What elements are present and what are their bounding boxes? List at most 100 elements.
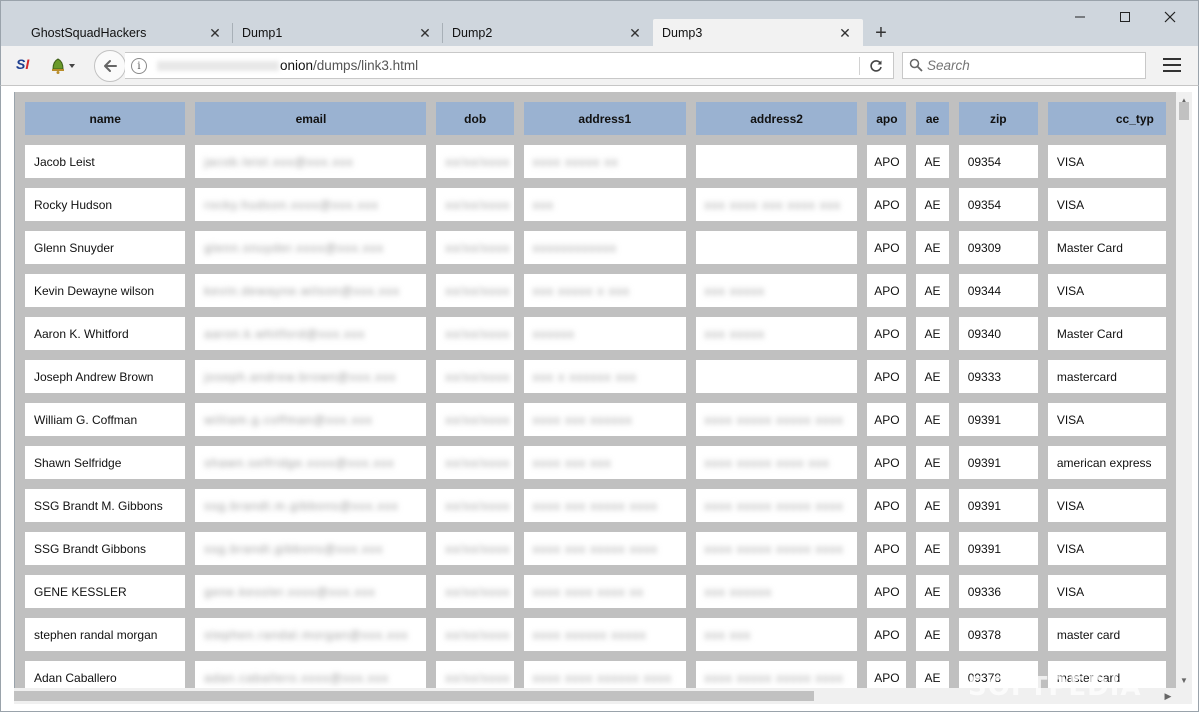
column-header-address1[interactable]: address1 (523, 102, 686, 135)
cell-email: glenn.snuyder.xxxx@xxx.xxx (195, 231, 427, 264)
redacted-text: xx/xx/xxxx (445, 369, 511, 384)
new-tab-button[interactable]: + (869, 21, 893, 45)
cell-address2: xxxx xxxxx xxxx xxx (695, 446, 858, 479)
watermark: SOFTPEDIA (968, 672, 1142, 702)
redacted-text: xxxx xxxx xxxx xx (532, 584, 644, 599)
cell-name: Glenn Snuyder (25, 231, 186, 264)
redacted-text: xx/xx/xxxx (445, 584, 511, 599)
vertical-scrollbar[interactable]: ▲ ▼ (1176, 92, 1192, 688)
cell-email: william.g.coffman@xxx.xxx (195, 403, 427, 436)
cell-name: Jacob Leist (25, 145, 186, 178)
cell-email: jacob.leist.xxx@xxx.xxx (195, 145, 427, 178)
redacted-text: xxx xxxxx x xxx (532, 283, 630, 298)
table-row: Shawn Selfridge shawn.selfridge.xxxx@xxx.… (25, 446, 1166, 479)
cell-zip: 09378 (958, 618, 1038, 651)
cell-apo: APO (867, 274, 907, 307)
bell-icon (52, 58, 64, 74)
redacted-text: xxx (532, 197, 554, 212)
window-close-button[interactable] (1147, 5, 1193, 29)
tab-ghostsquadhackers[interactable]: GhostSquadHackers ✕ (9, 19, 233, 47)
addon-dropdown-button[interactable] (49, 54, 83, 78)
cell-address1: xxx x xxxxxx xxx (523, 360, 686, 393)
cell-address2: xxxx xxxxx xxxxx xxxx (695, 661, 858, 688)
reload-button[interactable] (865, 56, 887, 76)
cell-cc-type: VISA (1047, 403, 1166, 436)
tab-dump2[interactable]: Dump2 ✕ (443, 19, 653, 47)
redacted-text: shawn.selfridge.xxxx@xxx.xxx (204, 455, 395, 470)
cell-email: shawn.selfridge.xxxx@xxx.xxx (195, 446, 427, 479)
search-input[interactable] (927, 56, 1137, 75)
cell-apo: APO (867, 403, 907, 436)
column-header-ae[interactable]: ae (916, 102, 949, 135)
back-button[interactable] (94, 50, 126, 82)
cell-email: stephen.randal.morgan@xxx.xxx (195, 618, 427, 651)
hamburger-menu-button[interactable] (1161, 55, 1183, 75)
cell-name: stephen randal morgan (25, 618, 186, 651)
redacted-text: xxxx xxxxx xxxxx xxxx (704, 498, 844, 513)
cell-address1: xxxxxxxxxxxx (523, 231, 686, 264)
cell-dob: xx/xx/xxxx (436, 188, 514, 221)
url-text[interactable]: onion/dumps/link3.html (280, 58, 418, 73)
url-host: onion (280, 58, 314, 73)
tab-dump3[interactable]: Dump3 ✕ (653, 19, 863, 47)
url-redacted (157, 61, 279, 71)
menu-line (1163, 64, 1181, 66)
tab-label: GhostSquadHackers (31, 26, 147, 40)
close-icon[interactable]: ✕ (415, 23, 435, 43)
cell-ae: AE (916, 446, 949, 479)
column-header-dob[interactable]: dob (436, 102, 514, 135)
cell-zip: 09354 (958, 188, 1038, 221)
cell-ae: AE (916, 618, 949, 651)
close-icon[interactable]: ✕ (835, 23, 855, 43)
cell-zip: 09344 (958, 274, 1038, 307)
extension-logo-icon[interactable]: SI (16, 56, 36, 74)
redacted-text: xxxx xxx xxxxx xxxx (532, 541, 658, 556)
info-icon[interactable]: i (131, 58, 147, 74)
redacted-text: xxxx xxxxx xxxxx xxxx (704, 541, 844, 556)
chevron-down-icon (69, 64, 75, 68)
cell-email: gene.kessler.xxxx@xxx.xxx (195, 575, 427, 608)
scroll-down-icon[interactable]: ▼ (1176, 672, 1192, 688)
close-icon[interactable]: ✕ (625, 23, 645, 43)
url-path: /dumps/link3.html (313, 58, 419, 73)
search-bar[interactable] (902, 52, 1146, 79)
vertical-scroll-thumb[interactable] (1179, 102, 1189, 120)
cell-name: Rocky Hudson (25, 188, 186, 221)
table-row: Joseph Andrew Brown joseph.andrew.brown@x… (25, 360, 1166, 393)
cell-email: aaron.k.whitford@xxx.xxx (195, 317, 427, 350)
cell-address2: xxx xxx (695, 618, 858, 651)
column-header-address2[interactable]: address2 (695, 102, 858, 135)
table-row: Glenn Snuyder glenn.snuyder.xxxx@xxx.xxx x… (25, 231, 1166, 264)
cell-ae: AE (916, 188, 949, 221)
tab-dump1[interactable]: Dump1 ✕ (233, 19, 443, 47)
table-row: William G. Coffman william.g.coffman@xxx.… (25, 403, 1166, 436)
cell-address1: xxx xxxxx x xxx (523, 274, 686, 307)
redacted-text: xxxx xxxxxx xxxxx (532, 627, 647, 642)
address-bar[interactable]: i onion/dumps/link3.html (125, 52, 894, 79)
scroll-right-icon[interactable]: ▶ (1160, 688, 1176, 704)
cell-name: SSG Brandt M. Gibbons (25, 489, 186, 522)
redacted-text: xxx xxxxxx (704, 584, 773, 599)
cell-dob: xx/xx/xxxx (436, 231, 514, 264)
column-header-email[interactable]: email (195, 102, 427, 135)
column-header-zip[interactable]: zip (958, 102, 1038, 135)
column-header-cc-type[interactable]: cc_typ (1047, 102, 1166, 135)
cell-dob: xx/xx/xxxx (436, 446, 514, 479)
cell-apo: APO (867, 575, 907, 608)
redacted-text: rocky.hudson.xxxx@xxx.xxx (204, 197, 379, 212)
horizontal-scroll-thumb[interactable] (14, 691, 814, 701)
column-header-apo[interactable]: apo (867, 102, 907, 135)
cell-cc-type: american express (1047, 446, 1166, 479)
close-icon[interactable]: ✕ (205, 23, 225, 43)
redacted-text: william.g.coffman@xxx.xxx (204, 412, 373, 427)
minimize-button[interactable] (1057, 5, 1103, 29)
redacted-text: xx/xx/xxxx (445, 498, 511, 513)
cell-address1: xxxx xxx xxx (523, 446, 686, 479)
maximize-button[interactable] (1102, 5, 1148, 29)
table-header-row: name email dob address1 address2 apo ae … (25, 102, 1166, 135)
redacted-text: xx/xx/xxxx (445, 240, 511, 255)
title-bar: GhostSquadHackers ✕ Dump1 ✕ Dump2 ✕ Dump… (0, 0, 1199, 47)
divider (859, 57, 860, 75)
column-header-name[interactable]: name (25, 102, 186, 135)
cell-apo: APO (867, 489, 907, 522)
